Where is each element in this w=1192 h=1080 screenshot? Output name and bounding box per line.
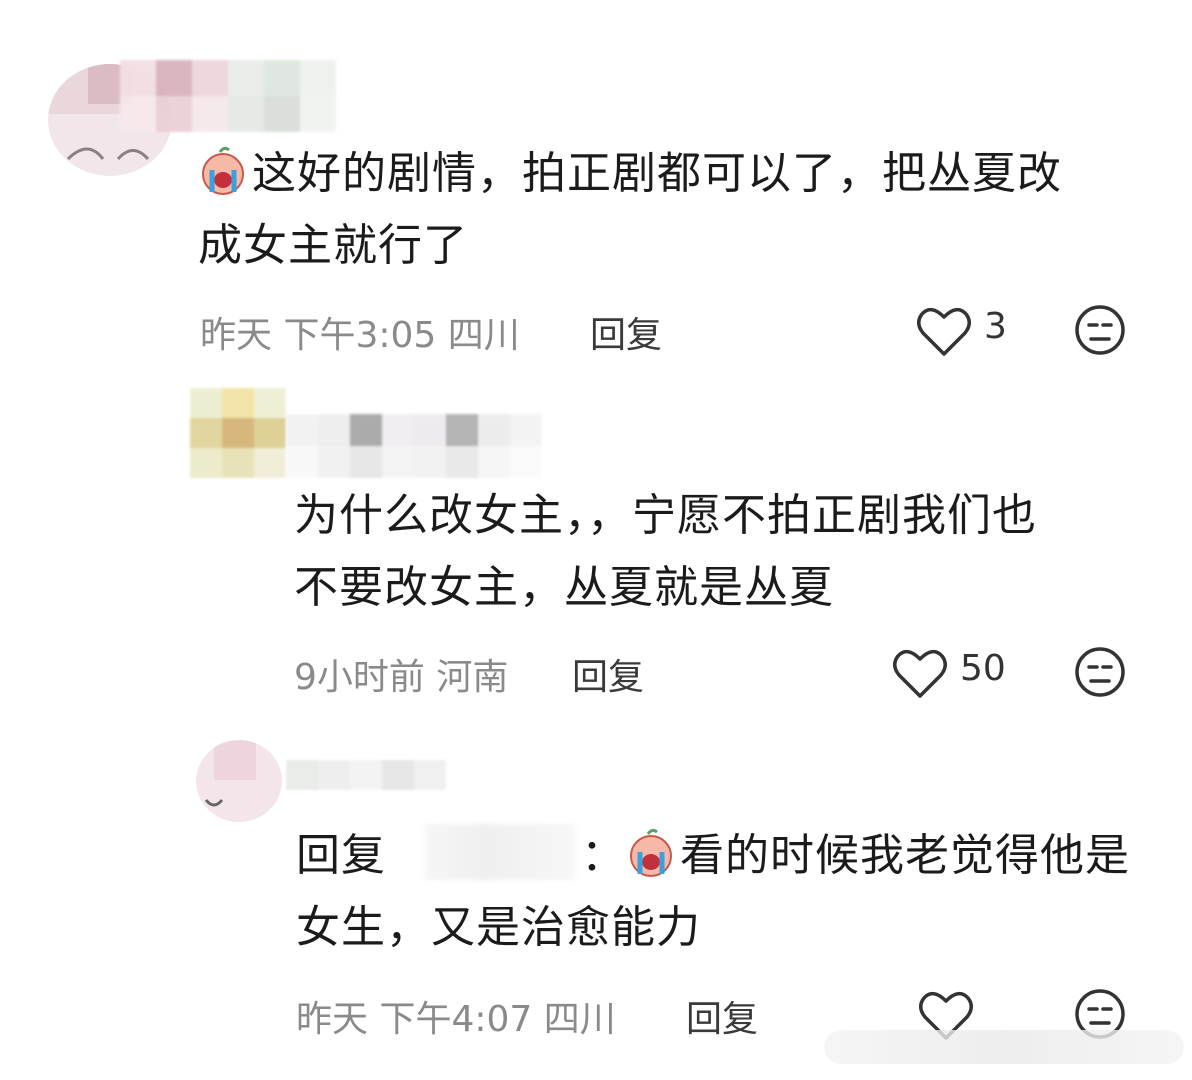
comment-line-text: 这好的剧情，拍正剧都可以了，把丛夏改 (252, 148, 1062, 199)
comment-line: 成女主就行了 (198, 220, 468, 271)
mentioned-user-mosaic[interactable] (425, 824, 575, 880)
avatar-image (204, 740, 256, 807)
comment-text: 为什么改女主，，宁愿不拍正剧我们也 不要改女主，丛夏就是丛夏 (294, 480, 1154, 624)
reply-button[interactable]: 回复 (572, 648, 644, 700)
watermark (824, 1030, 1184, 1064)
location: 四川 (543, 999, 616, 1040)
reply-button[interactable]: 回复 (686, 990, 758, 1042)
colon: ： (581, 830, 626, 881)
comment-meta: 昨天 下午4:07 四川 (296, 990, 616, 1042)
meh-face-icon[interactable] (1074, 304, 1126, 360)
reply-prefix: 回复 (296, 830, 386, 881)
timestamp: 昨天 下午3:05 (200, 315, 437, 356)
avatar-mosaic[interactable] (190, 388, 286, 478)
location: 四川 (447, 315, 520, 356)
comment-text: 这好的剧情，拍正剧都可以了，把丛夏改 成女主就行了 (198, 138, 1158, 282)
comment-line: 女生，又是治愈能力 (296, 902, 701, 953)
comment-line: 回复 ： 看的时候我老觉得他是 (296, 820, 1156, 892)
heart-icon[interactable] (916, 304, 972, 362)
username-mosaic[interactable] (286, 760, 446, 790)
comment-line: 这好的剧情，拍正剧都可以了，把丛夏改 (198, 138, 1158, 210)
like-count: 3 (984, 306, 1007, 347)
username-mosaic[interactable] (286, 414, 542, 478)
comment-line-text: 看的时候我老觉得他是 (680, 830, 1130, 881)
comment-line: 不要改女主，丛夏就是丛夏 (294, 562, 834, 613)
like-count: 50 (960, 648, 1006, 689)
reply-button[interactable]: 回复 (590, 306, 662, 358)
username-mosaic[interactable] (120, 60, 336, 132)
timestamp: 9小时前 (294, 657, 425, 698)
heart-icon[interactable] (892, 646, 948, 704)
crying-face-emoji (626, 828, 676, 878)
location: 河南 (436, 657, 509, 698)
crying-face-emoji (198, 146, 248, 196)
comment-meta: 9小时前 河南 (294, 648, 508, 700)
timestamp: 昨天 下午4:07 (296, 999, 533, 1040)
avatar[interactable] (196, 740, 282, 822)
comment-text: 回复 ： 看的时候我老觉得他是 女生，又是治愈能力 (296, 820, 1156, 964)
meh-face-icon[interactable] (1074, 646, 1126, 702)
comment-line: 为什么改女主，，宁愿不拍正剧我们也 (294, 490, 1037, 541)
comment-meta: 昨天 下午3:05 四川 (200, 306, 520, 358)
